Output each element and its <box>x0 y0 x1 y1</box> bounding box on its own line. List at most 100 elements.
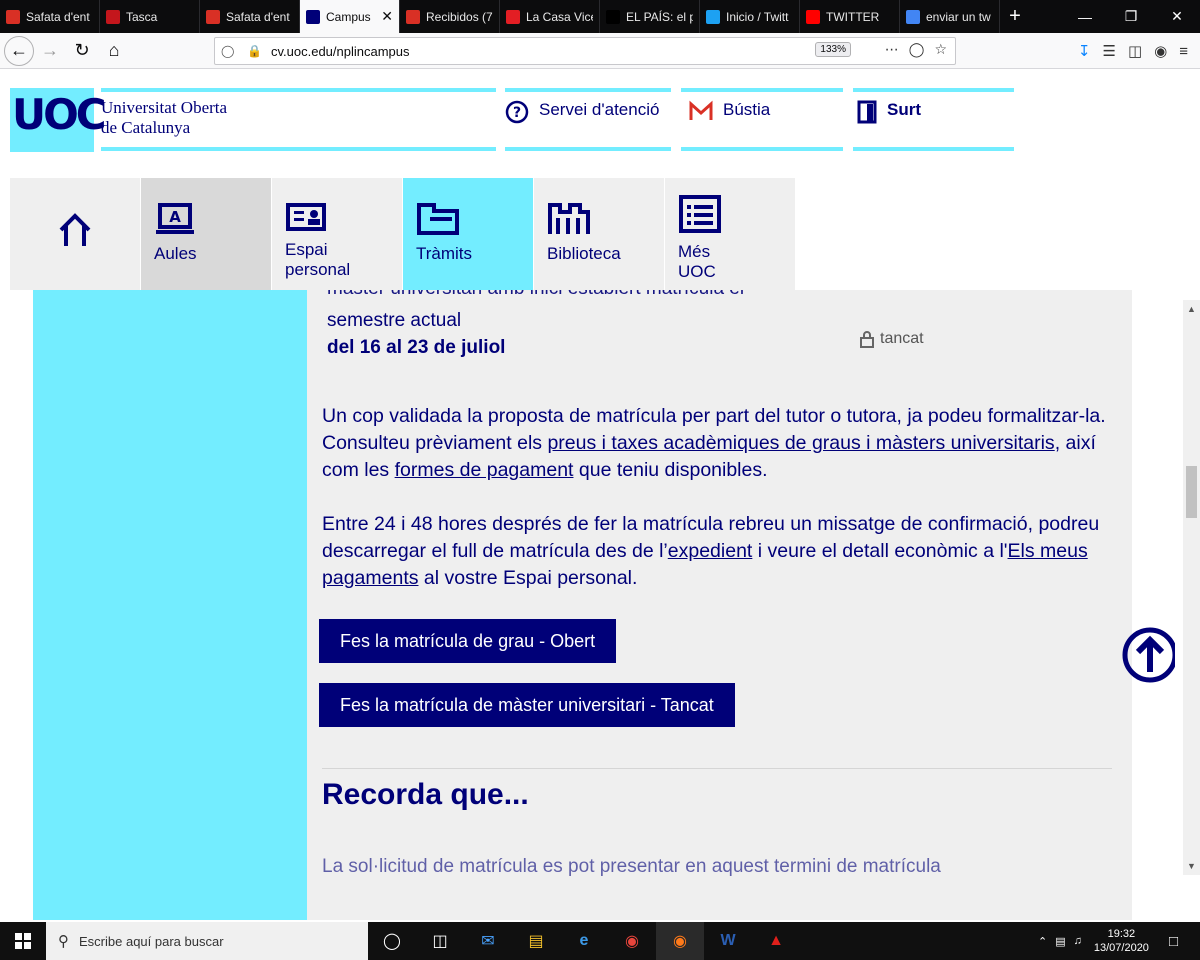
nav-mes-uoc[interactable]: Més UOC <box>665 178 796 290</box>
cut-off-bottom-text: La sol·licitud de matrícula es pot prese… <box>322 856 941 877</box>
gmail-icon <box>206 9 220 24</box>
nav-home[interactable] <box>10 178 141 290</box>
cortana-icon[interactable]: ◯ <box>368 922 416 960</box>
twitter-icon <box>706 9 720 24</box>
nav-tramits[interactable]: Tràmits <box>403 178 534 290</box>
chrome-icon[interactable]: ◉ <box>608 922 656 960</box>
shield-icon[interactable]: ◯ <box>221 44 241 58</box>
tray-chevron-icon[interactable]: ⌃ <box>1038 935 1047 948</box>
nav-aules-label: Aules <box>154 244 197 263</box>
tab-label: EL PAÍS: el p <box>626 9 693 24</box>
classroom-icon: A <box>156 203 194 234</box>
library-icon[interactable]: ☰ <box>1103 42 1116 60</box>
browser-tab[interactable]: Campus ✕ <box>300 0 400 33</box>
new-tab-button[interactable]: + <box>1000 0 1030 33</box>
back-to-top-button[interactable] <box>1119 624 1178 686</box>
back-icon[interactable]: ← <box>4 35 34 66</box>
word-icon[interactable]: W <box>704 922 752 960</box>
uoc-logo[interactable]: UOC <box>10 88 107 152</box>
browser-tab[interactable]: Recibidos (7 <box>400 0 500 33</box>
clock[interactable]: 19:32 13/07/2020 <box>1094 927 1149 955</box>
lacasa-icon <box>506 9 520 24</box>
tab-label: Safata d'ent <box>26 9 90 24</box>
browser-tab[interactable]: EL PAÍS: el p <box>600 0 700 33</box>
restore-icon[interactable]: ❐ <box>1108 0 1154 33</box>
url-bar[interactable]: ◯ 🔒 cv.uoc.edu/nplincampus 133% ⋯ ◯ ☆ <box>214 37 956 65</box>
tab-label: La Casa Vice <box>526 9 593 24</box>
taskbar-apps: ◯ ◫ ✉ ▤ e ◉ ◉ W ▲ <box>368 922 800 960</box>
windows-taskbar: ⚲ Escribe aquí para buscar ◯ ◫ ✉ ▤ e ◉ ◉… <box>0 922 1200 960</box>
browser-tab[interactable]: enviar un tw <box>900 0 1000 33</box>
toolbar-right: ↧ ☰ ◫ ◉ ≡ <box>1078 33 1200 69</box>
nav-aules[interactable]: A Aules <box>141 178 272 290</box>
help-label: Servei d'atenció <box>539 100 660 119</box>
logo-text: UOC <box>12 90 107 139</box>
para2-text-b: i veure el detall econòmic a l' <box>752 540 1008 562</box>
enrol-master-button[interactable]: Fes la matrícula de màster universitari … <box>319 683 735 727</box>
edge-icon[interactable]: e <box>560 922 608 960</box>
door-icon <box>857 100 877 130</box>
forward-icon[interactable]: → <box>34 35 66 67</box>
search-icon: ⚲ <box>58 933 69 950</box>
download-icon[interactable]: ↧ <box>1078 42 1091 60</box>
elpais-icon <box>606 9 620 24</box>
network-icon[interactable]: ▤ <box>1055 935 1065 948</box>
zoom-indicator[interactable]: 133% <box>815 42 851 57</box>
browser-tab[interactable]: La Casa Vice <box>500 0 600 33</box>
pocket-icon[interactable]: ◯ <box>909 41 925 58</box>
reload-icon[interactable]: ↻ <box>66 35 98 67</box>
arrow-up-circle-icon <box>1122 627 1178 683</box>
browser-tab[interactable]: Inicio / Twitt <box>700 0 800 33</box>
firefox-icon[interactable]: ◉ <box>656 922 704 960</box>
browser-tab[interactable]: Tasca <box>100 0 200 33</box>
logout-link[interactable]: Surt <box>853 88 1014 151</box>
acrobat-icon[interactable]: ▲ <box>752 922 800 960</box>
file-explorer-icon[interactable]: ▤ <box>512 922 560 960</box>
page-scrollbar[interactable]: ▲ ▼ <box>1183 300 1200 875</box>
notifications-icon[interactable]: □ <box>1169 933 1178 950</box>
house-icon <box>59 213 91 246</box>
url-actions: ⋯ ◯ ☆ <box>885 41 947 58</box>
para2-text-c: al vostre Espai personal. <box>418 567 638 589</box>
browser-tab[interactable]: Safata d'ent <box>200 0 300 33</box>
tab-label: Safata d'ent <box>226 9 290 24</box>
task-view-icon[interactable]: ◫ <box>416 922 464 960</box>
bookmark-star-icon[interactable]: ☆ <box>934 41 947 58</box>
scrollbar-thumb[interactable] <box>1186 466 1197 518</box>
expedient-link[interactable]: expedient <box>668 540 753 562</box>
menu-icon[interactable]: ≡ <box>1179 43 1188 60</box>
help-link[interactable]: ? Servei d'atenció <box>505 88 671 151</box>
nav-espai-personal[interactable]: Espai personal <box>272 178 403 290</box>
clock-time: 19:32 <box>1107 928 1136 940</box>
close-tab-icon[interactable]: ✕ <box>381 8 393 25</box>
payment-methods-link[interactable]: formes de pagament <box>395 459 574 481</box>
browser-tab[interactable]: Safata d'ent <box>0 0 100 33</box>
volume-icon[interactable]: ♫ <box>1074 935 1082 947</box>
browser-tab[interactable]: TWITTER <box>800 0 900 33</box>
google-icon <box>906 9 920 24</box>
enrol-degree-button[interactable]: Fes la matrícula de grau - Obert <box>319 619 617 663</box>
fees-link[interactable]: preus i taxes acadèmiques de graus i màs… <box>547 432 1054 454</box>
name-line-1: Universitat Oberta <box>101 98 228 117</box>
more-actions-icon[interactable]: ⋯ <box>885 41 899 58</box>
university-name[interactable]: Universitat Oberta de Catalunya <box>101 88 496 151</box>
scroll-down-icon[interactable]: ▼ <box>1187 861 1196 871</box>
nav-biblioteca[interactable]: Biblioteca <box>534 178 665 290</box>
mail-link[interactable]: Bústia <box>681 88 843 151</box>
para1-text-c: que teniu disponibles. <box>573 459 768 481</box>
sidebar-icon[interactable]: ◫ <box>1128 42 1142 60</box>
minimize-icon[interactable]: — <box>1062 0 1108 33</box>
gmail-icon <box>6 9 20 24</box>
home-icon[interactable]: ⌂ <box>98 35 130 67</box>
main-navigation: A Aules Espai personal Tràmits Bibliotec… <box>10 178 796 290</box>
account-icon[interactable]: ◉ <box>1154 42 1167 60</box>
help-icon: ? <box>505 100 529 130</box>
scroll-up-icon[interactable]: ▲ <box>1187 304 1196 314</box>
mail-app-icon[interactable]: ✉ <box>464 922 512 960</box>
lock-icon[interactable]: 🔒 <box>247 44 267 58</box>
folder-icon <box>417 203 459 235</box>
tab-label: Recibidos (7 <box>426 9 493 24</box>
windows-start-icon[interactable] <box>0 922 46 960</box>
close-window-icon[interactable]: ✕ <box>1154 0 1200 33</box>
taskbar-search[interactable]: ⚲ Escribe aquí para buscar <box>46 922 368 960</box>
